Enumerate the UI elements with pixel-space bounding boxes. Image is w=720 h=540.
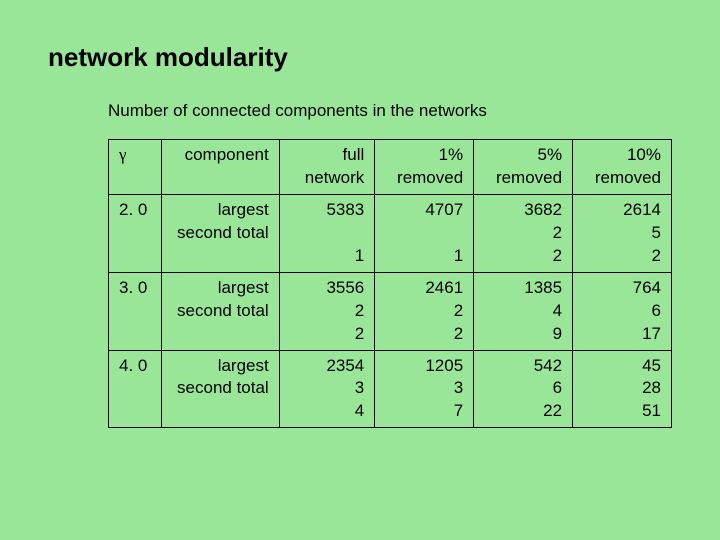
- cell-full: 3556 2 2: [279, 272, 375, 350]
- header-1pct-removed: 1% removed: [375, 140, 474, 195]
- cell-full: 5383 1: [279, 194, 375, 272]
- header-10pct-removed: 10% removed: [573, 140, 672, 195]
- cell-gamma: 2. 0: [109, 194, 162, 272]
- slide: network modularity Number of connected c…: [0, 0, 720, 540]
- table-row: 4. 0 largest second total 2354 3 4 1205 …: [109, 350, 672, 428]
- slide-title: network modularity: [48, 42, 672, 73]
- table-row: 3. 0 largest second total 3556 2 2 2461 …: [109, 272, 672, 350]
- cell-5pct: 542 6 22: [474, 350, 573, 428]
- cell-10pct: 764 6 17: [573, 272, 672, 350]
- header-component: component: [161, 140, 279, 195]
- cell-full: 2354 3 4: [279, 350, 375, 428]
- components-table: γ component full network 1% removed 5% r…: [108, 139, 672, 428]
- header-gamma: γ: [109, 140, 162, 195]
- cell-1pct: 1205 3 7: [375, 350, 474, 428]
- cell-10pct: 2614 5 2: [573, 194, 672, 272]
- cell-1pct: 4707 1: [375, 194, 474, 272]
- cell-5pct: 3682 2 2: [474, 194, 573, 272]
- slide-subtitle: Number of connected components in the ne…: [108, 101, 672, 121]
- table-row: 2. 0 largest second total 5383 1 4707 1 …: [109, 194, 672, 272]
- cell-10pct: 45 28 51: [573, 350, 672, 428]
- cell-component-labels: largest second total: [161, 272, 279, 350]
- table-container: γ component full network 1% removed 5% r…: [108, 139, 672, 428]
- cell-gamma: 3. 0: [109, 272, 162, 350]
- cell-component-labels: largest second total: [161, 350, 279, 428]
- header-full-network: full network: [279, 140, 375, 195]
- cell-gamma: 4. 0: [109, 350, 162, 428]
- table-header-row: γ component full network 1% removed 5% r…: [109, 140, 672, 195]
- cell-5pct: 1385 4 9: [474, 272, 573, 350]
- header-5pct-removed: 5% removed: [474, 140, 573, 195]
- cell-1pct: 2461 2 2: [375, 272, 474, 350]
- cell-component-labels: largest second total: [161, 194, 279, 272]
